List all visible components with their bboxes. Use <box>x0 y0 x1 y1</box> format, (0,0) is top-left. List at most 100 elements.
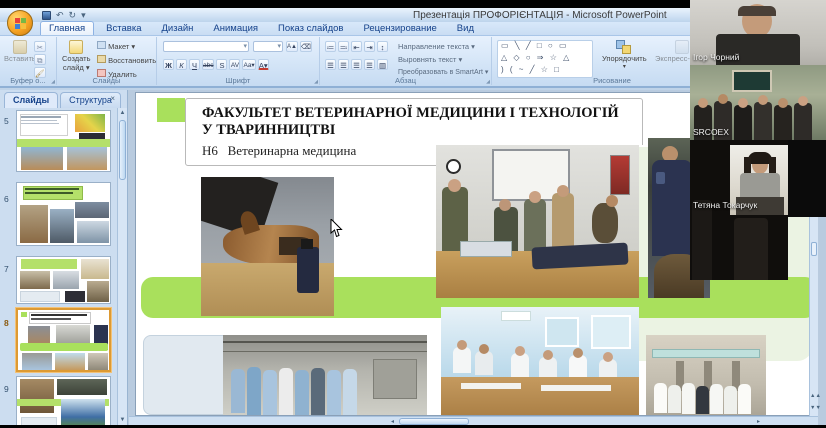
students-classroom-photo[interactable] <box>441 307 639 416</box>
thumbnail-number: 9 <box>4 384 14 394</box>
dark-figure <box>692 200 712 280</box>
office-button[interactable] <box>7 10 33 36</box>
factory-visit-photo[interactable] <box>223 335 427 416</box>
numbering-button[interactable]: ≕ <box>338 41 349 52</box>
font-style-buttons: Ж К Ч abc S AV Aa▾ A▾ <box>163 59 269 70</box>
video-strip-background <box>788 140 826 217</box>
italic-button[interactable]: К <box>176 59 187 70</box>
indent-button[interactable]: ⇥ <box>364 41 375 52</box>
clear-format-button[interactable]: ⌫ <box>300 41 312 52</box>
reset-icon <box>97 55 106 63</box>
participant-video-tetiana-tokarchuk[interactable]: Тетяна Токарчук <box>690 140 788 280</box>
redo-icon[interactable]: ↻ <box>69 10 77 20</box>
tab-slides-thumbnails[interactable]: Слайды <box>4 92 58 108</box>
group-label-paragraph: Абзац <box>320 76 491 85</box>
clipboard-small-buttons: ✂ ⧉ 🖌 <box>34 41 46 78</box>
thumbnail-number: 7 <box>4 264 14 274</box>
scroll-right-icon[interactable]: ▸ <box>757 418 760 425</box>
slide-thumbnail-8-selected[interactable] <box>16 308 111 372</box>
grow-font-button[interactable]: А▲ <box>286 41 298 52</box>
group-label-clipboard: Буфер о... <box>0 76 56 85</box>
align-left-button[interactable]: ☰ <box>325 59 336 70</box>
bold-button[interactable]: Ж <box>163 59 174 70</box>
font-size-combo[interactable] <box>253 41 283 52</box>
paste-button[interactable]: Вставить <box>4 40 36 63</box>
tab-design[interactable]: Дизайн <box>153 22 201 35</box>
char-spacing-button[interactable]: AV <box>229 59 240 70</box>
tab-view[interactable]: Вид <box>449 22 482 35</box>
vertical-scroll-thumb[interactable] <box>811 242 817 256</box>
thumbnail-list: 5 6 <box>0 108 118 425</box>
undo-icon[interactable]: ↶ <box>56 10 64 20</box>
military-training-class-photo[interactable] <box>436 145 639 298</box>
dialog-launcher-icon[interactable]: ◢ <box>486 79 490 85</box>
arrange-button[interactable]: Упорядочить▾ <box>602 40 647 70</box>
green-accent-square[interactable] <box>157 98 185 122</box>
previous-slide-icon[interactable]: ▲▲ <box>810 393 818 399</box>
list-buttons: ≔ ≕ ⇤ ⇥ ↕ <box>325 41 388 52</box>
slide-thumbnail-7[interactable] <box>16 256 111 304</box>
new-slide-button[interactable]: Создать слайд ▾ <box>62 40 91 72</box>
layout-button[interactable]: Макет ▾ <box>97 41 135 51</box>
tab-slideshow[interactable]: Показ слайдов <box>270 22 351 35</box>
paste-icon <box>13 40 27 54</box>
dialog-launcher-icon[interactable]: ◢ <box>51 79 55 85</box>
group-label-slides: Слайды <box>57 76 156 85</box>
font-color-button[interactable]: A▾ <box>258 59 269 70</box>
slide-title: ФАКУЛЬТЕТ ВЕТЕРИНАРНОЇ МЕДИЦИНИ І ТЕХНОЛ… <box>202 105 632 139</box>
tab-animation[interactable]: Анимация <box>205 22 266 35</box>
slide-thumbnail-9[interactable] <box>16 376 111 425</box>
justify-button[interactable]: ☰ <box>364 59 375 70</box>
video-call-screen: ↶ ↻ ▾ Презентація ПРОФОРІЄНТАЦІЯ - Micro… <box>0 0 826 428</box>
slide-thumbnail-6[interactable] <box>16 182 111 246</box>
participant-video-igor-chornyi[interactable]: Ігор Чорний <box>690 0 826 65</box>
next-slide-icon[interactable]: ▼▼ <box>810 405 818 411</box>
align-right-button[interactable]: ☰ <box>351 59 362 70</box>
horizontal-scroll-thumb[interactable] <box>399 418 469 425</box>
slide-thumbnail-5[interactable] <box>16 110 111 172</box>
columns-button[interactable]: ▥ <box>377 59 388 70</box>
panel-close-icon[interactable]: × <box>110 94 115 103</box>
underline-button[interactable]: Ч <box>189 59 200 70</box>
strikethrough-button[interactable]: abc <box>202 59 214 70</box>
reset-button[interactable]: Восстановить <box>97 55 156 65</box>
scroll-left-icon[interactable]: ◂ <box>391 418 394 425</box>
panel-scrollbar[interactable]: ▲ ▼ <box>117 108 127 425</box>
font-name-combo[interactable] <box>163 41 249 52</box>
thumbnail-number: 5 <box>4 116 14 126</box>
faculty-building-photo[interactable] <box>646 335 766 416</box>
panel-tabs: Слайды Структура <box>0 92 127 108</box>
shapes-row: ) ( ~ ╱ ☆ □ <box>501 65 561 74</box>
group-clipboard: Вставить ✂ ⧉ 🖌 Буфер о... ◢ <box>0 37 57 85</box>
quick-styles-icon <box>675 40 689 54</box>
shapes-gallery[interactable]: ▭ ╲ ╱ □ ○ ▭ △ ◇ ○ ⇒ ☆ △ ) ( ~ ╱ ☆ □ <box>497 40 593 78</box>
align-text-button[interactable]: Выровнять текст ▾ <box>398 55 462 64</box>
change-case-button[interactable]: Aa▾ <box>242 59 255 70</box>
align-center-button[interactable]: ☰ <box>338 59 349 70</box>
text-direction-button[interactable]: Направление текста ▾ <box>398 42 475 51</box>
window-title: Презентація ПРОФОРІЄНТАЦІЯ - Microsoft P… <box>413 10 667 21</box>
save-icon[interactable] <box>42 11 51 20</box>
participant-name-label: SRCOEX <box>693 127 729 137</box>
tab-home[interactable]: Главная <box>40 21 94 35</box>
line-spacing-button[interactable]: ↕ <box>377 41 388 52</box>
qat-dropdown-icon[interactable]: ▾ <box>81 10 86 20</box>
slides-panel: Слайды Структура × 5 <box>0 90 128 425</box>
new-slide-icon <box>69 40 83 54</box>
shadow-button[interactable]: S <box>216 59 227 70</box>
gray-rounded-box[interactable] <box>143 335 235 415</box>
dialog-launcher-icon[interactable]: ◢ <box>314 79 318 85</box>
dog-examination-photo[interactable] <box>201 177 334 316</box>
bullets-button[interactable]: ≔ <box>325 41 336 52</box>
copy-icon[interactable]: ⧉ <box>34 54 46 65</box>
participant-video-srcoex-classroom[interactable]: SRCOEX <box>690 65 826 140</box>
smartart-button[interactable]: Преобразовать в SmartArt ▾ <box>398 68 488 76</box>
outdent-button[interactable]: ⇤ <box>351 41 362 52</box>
office-logo-icon <box>15 18 26 29</box>
horizontal-scrollbar[interactable]: ◂ ▸ <box>129 416 818 425</box>
group-font: А▲ ⌫ Ж К Ч abc S AV Aa▾ A▾ Шрифт ◢ <box>157 37 320 85</box>
cut-icon[interactable]: ✂ <box>34 41 46 52</box>
participant-name-label: Тетяна Токарчук <box>693 200 757 210</box>
tab-review[interactable]: Рецензирование <box>355 22 444 35</box>
tab-insert[interactable]: Вставка <box>98 22 149 35</box>
